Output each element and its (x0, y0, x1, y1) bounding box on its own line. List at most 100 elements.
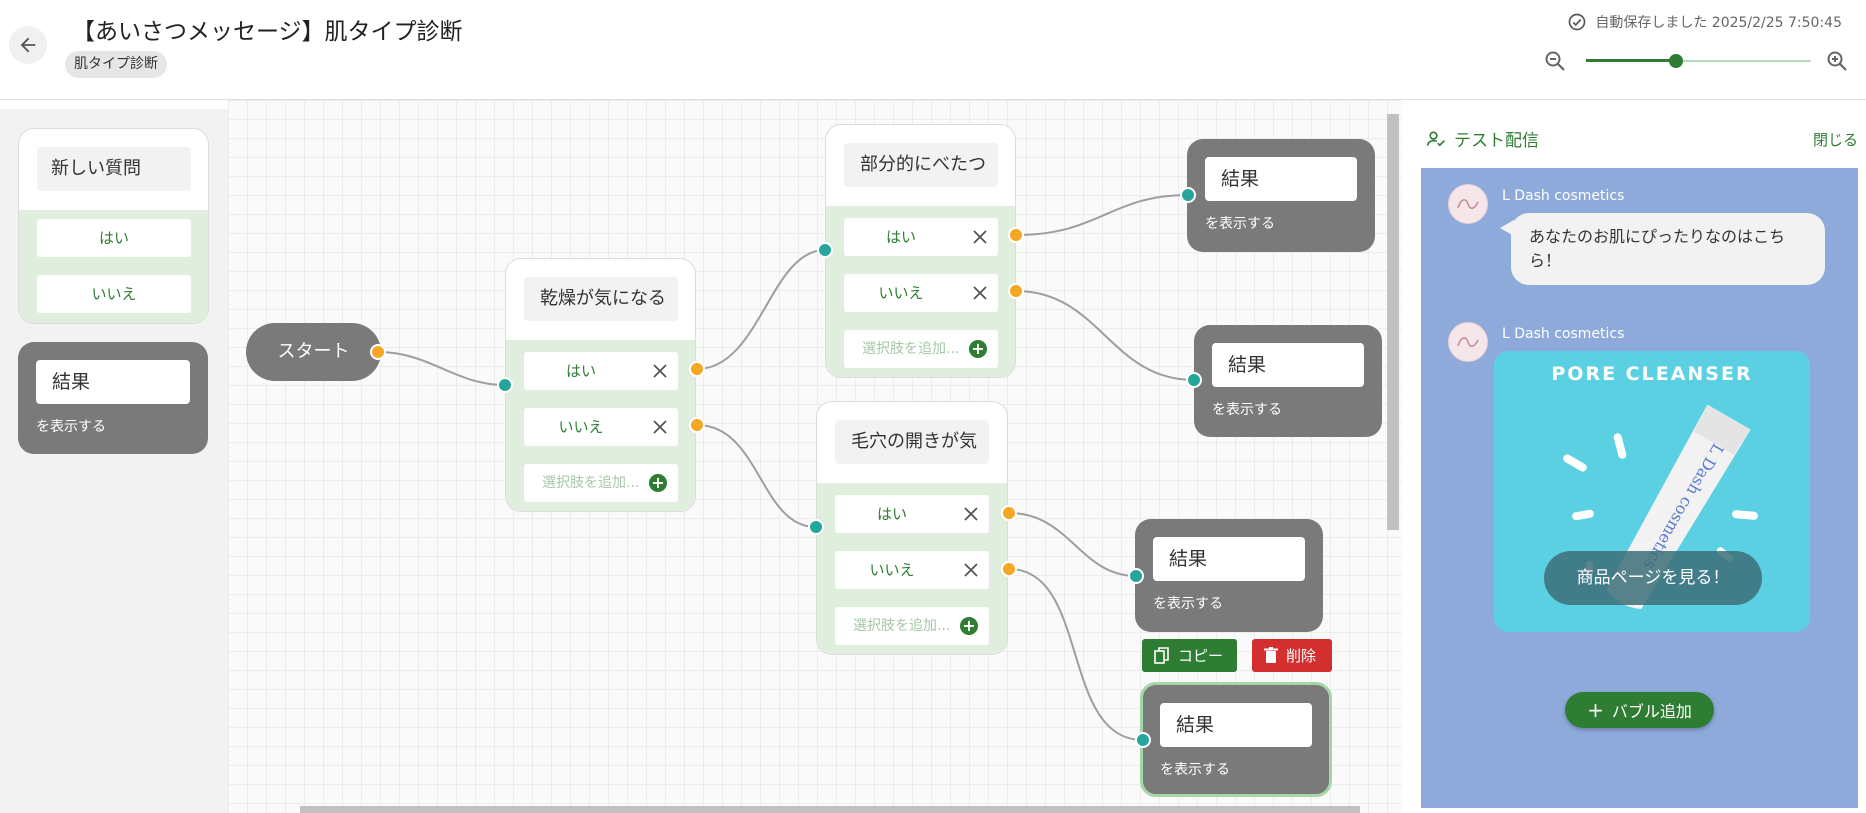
copy-icon (1154, 646, 1169, 664)
result-subtitle: を表示する (1160, 762, 1230, 778)
back-button[interactable] (9, 26, 47, 64)
product-card: PORE CLEANSER L Dash cosmetics 商品ページを見る！ (1494, 351, 1810, 632)
palette-result-title: 結果 (36, 360, 190, 404)
result-2-input-port[interactable] (1186, 372, 1202, 388)
add-option-button[interactable]: 選択肢を追加... + (844, 330, 998, 368)
message-sender: L Dash cosmetics (1502, 188, 1625, 204)
plus-circle-icon: + (969, 340, 987, 358)
question-1-yes-port[interactable] (689, 361, 705, 377)
question-1-input-port[interactable] (497, 377, 513, 393)
result-1-input-port[interactable] (1180, 187, 1196, 203)
page-title: 【あいさつメッセージ】肌タイプ診断 (72, 19, 463, 45)
add-option-button[interactable]: 選択肢を追加... + (524, 464, 678, 502)
result-node-4[interactable]: 結果 を表示する (1140, 682, 1332, 797)
option-no[interactable]: いいえ (844, 274, 998, 312)
question-3-yes-port[interactable] (1001, 505, 1017, 521)
arrow-left-icon (20, 37, 36, 53)
option-yes[interactable]: はい (844, 218, 998, 256)
question-title[interactable]: 部分的にべたつ (844, 143, 998, 187)
option-no[interactable]: いいえ (524, 408, 678, 446)
add-option-button[interactable]: 選択肢を追加... + (835, 607, 989, 645)
palette-question-node[interactable]: 新しい質問 はい いいえ (18, 128, 209, 324)
result-subtitle: を表示する (1153, 596, 1223, 612)
copy-button[interactable]: コピー (1142, 639, 1237, 672)
palette-option-no: いいえ (37, 275, 191, 313)
question-2-yes-port[interactable] (1008, 227, 1024, 243)
palette-result-subtitle: を表示する (36, 419, 106, 435)
result-title[interactable]: 結果 (1153, 537, 1305, 581)
person-check-icon (1426, 131, 1445, 146)
test-panel-title: テスト配信 (1426, 126, 1539, 151)
delete-button[interactable]: 削除 (1252, 639, 1332, 672)
product-page-button[interactable]: 商品ページを見る！ (1544, 551, 1762, 605)
result-4-input-port[interactable] (1135, 732, 1151, 748)
add-option-label: 選択肢を追加... (542, 475, 640, 491)
result-title[interactable]: 結果 (1205, 157, 1357, 201)
copy-label: コピー (1178, 647, 1224, 665)
check-circle-icon (1569, 13, 1586, 31)
result-node-1[interactable]: 結果 を表示する (1187, 139, 1375, 252)
start-output-port[interactable] (370, 344, 386, 360)
palette-option-yes: はい (37, 219, 191, 257)
question-2-no-port[interactable] (1008, 283, 1024, 299)
trash-icon (1264, 647, 1278, 663)
option-label: はい (885, 228, 916, 246)
palette-question-title: 新しい質問 (37, 147, 191, 191)
close-icon[interactable] (652, 419, 668, 435)
result-node-3[interactable]: 結果 を表示する (1135, 519, 1323, 632)
result-node-2[interactable]: 結果 を表示する (1194, 325, 1382, 437)
autosave-status: 自動保存しました 2025/2/25 7:50:45 (1567, 12, 1842, 32)
plus-circle-icon: + (960, 617, 978, 635)
add-option-label: 選択肢を追加... (862, 341, 960, 357)
avatar (1448, 184, 1488, 224)
question-1-no-port[interactable] (689, 417, 705, 433)
zoom-slider-track (1586, 59, 1676, 62)
close-icon[interactable] (972, 285, 988, 301)
close-icon[interactable] (963, 562, 979, 578)
result-title[interactable]: 結果 (1160, 703, 1312, 747)
question-3-input-port[interactable] (808, 519, 824, 535)
palette-result-node[interactable]: 結果 を表示する (18, 342, 208, 454)
canvas-vertical-scrollbar[interactable] (1384, 104, 1400, 804)
option-no[interactable]: いいえ (835, 551, 989, 589)
question-node-2[interactable]: 部分的にべたつ はい いいえ 選択肢を追加... + (825, 124, 1016, 378)
question-2-input-port[interactable] (817, 242, 833, 258)
zoom-in-button[interactable] (1825, 49, 1849, 73)
brand-logo-icon (1457, 337, 1479, 347)
question-node-3[interactable]: 毛穴の開きが気 はい いいえ 選択肢を追加... + (816, 401, 1008, 655)
question-3-no-port[interactable] (1001, 561, 1017, 577)
option-yes[interactable]: はい (835, 495, 989, 533)
test-panel-title-text: テスト配信 (1454, 131, 1539, 151)
plus-icon: + (1587, 698, 1604, 722)
close-icon[interactable] (652, 363, 668, 379)
close-icon[interactable] (972, 229, 988, 245)
result-subtitle: を表示する (1212, 402, 1282, 418)
zoom-out-button[interactable] (1543, 49, 1567, 73)
zoom-slider[interactable] (1586, 53, 1811, 69)
message-sender: L Dash cosmetics (1502, 326, 1625, 342)
zoom-in-icon (1827, 51, 1847, 71)
zoom-slider-thumb[interactable] (1669, 54, 1683, 68)
canvas-horizontal-scrollbar[interactable] (238, 806, 1378, 813)
option-label: はい (565, 362, 596, 380)
start-node[interactable]: スタート (246, 323, 381, 381)
avatar (1448, 322, 1488, 362)
close-icon[interactable] (963, 506, 979, 522)
close-panel-button[interactable]: 閉じる (1813, 129, 1858, 150)
option-yes[interactable]: はい (524, 352, 678, 390)
question-title[interactable]: 乾燥が気になる (524, 277, 678, 321)
question-title[interactable]: 毛穴の開きが気 (835, 420, 989, 464)
autosave-text: 自動保存しました 2025/2/25 7:50:45 (1595, 15, 1842, 31)
category-tag: 肌タイプ診断 (65, 51, 167, 78)
horizontal-scroll-thumb[interactable] (300, 806, 1360, 813)
result-subtitle: を表示する (1205, 216, 1275, 232)
message-bubble: あなたのお肌にぴったりなのはこちら！ (1511, 213, 1825, 285)
question-node-1[interactable]: 乾燥が気になる はい いいえ 選択肢を追加... + (505, 258, 696, 512)
plus-circle-icon: + (649, 474, 667, 492)
result-3-input-port[interactable] (1128, 568, 1144, 584)
add-bubble-button[interactable]: + バブル追加 (1565, 692, 1714, 728)
vertical-scroll-thumb[interactable] (1387, 114, 1399, 530)
option-label: いいえ (869, 561, 915, 579)
option-label: いいえ (878, 284, 924, 302)
result-title[interactable]: 結果 (1212, 343, 1364, 387)
